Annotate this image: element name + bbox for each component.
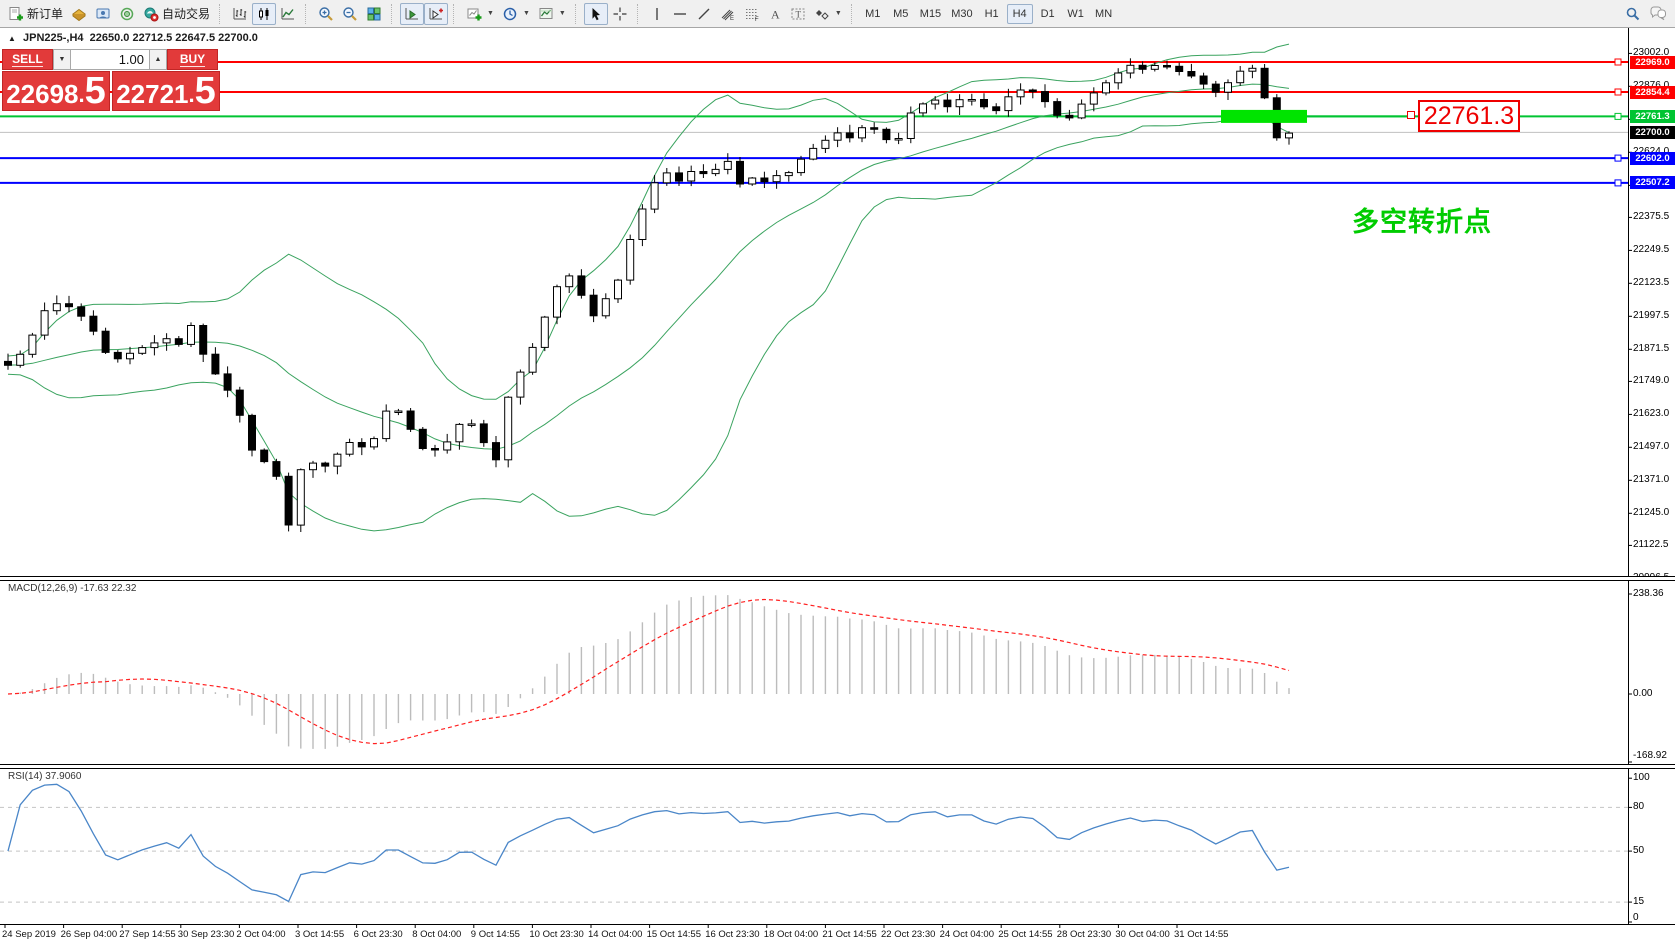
sell-price-main: 22698 <box>6 81 78 107</box>
price-tag-22507.2: 22507.2 <box>1630 176 1675 189</box>
chart-canvas[interactable] <box>0 0 1675 950</box>
price-tag-22969.0: 22969.0 <box>1630 56 1675 69</box>
sell-price-display[interactable]: 22698.5 <box>2 71 110 111</box>
trading-terminal-window: 新订单 自动交易 <box>0 0 1675 950</box>
volume-input[interactable] <box>71 49 149 70</box>
price-tag-22854.4: 22854.4 <box>1630 86 1675 99</box>
price-axis-line <box>1628 28 1629 924</box>
sell-button[interactable]: SELL <box>2 49 53 70</box>
buy-price-pips: 5 <box>195 75 216 107</box>
line-end-handle[interactable] <box>1407 111 1415 119</box>
buy-price-display[interactable]: 22721.5 <box>112 71 220 111</box>
macd-indicator-label: MACD(12,26,9) -17.63 22.32 <box>8 583 136 594</box>
volume-increase-button[interactable]: ▲ <box>149 49 167 70</box>
price-tag-22602.0: 22602.0 <box>1630 152 1675 165</box>
price-tag-22761.3: 22761.3 <box>1630 110 1675 123</box>
buy-button[interactable]: BUY <box>167 49 218 70</box>
rsi-panel-splitter[interactable] <box>0 764 1675 769</box>
one-click-trading-panel: SELL ▼ ▲ BUY 22698.5 22721.5 <box>2 49 221 111</box>
timeline-separator <box>0 924 1675 925</box>
sell-price-pips: 5 <box>85 75 106 107</box>
price-callout-label[interactable]: 22761.3 <box>1418 100 1520 132</box>
rsi-indicator-label: RSI(14) 37.9060 <box>8 771 81 782</box>
buy-price-main: 22721 <box>116 81 188 107</box>
macd-panel-splitter[interactable] <box>0 576 1675 581</box>
price-tag-22700.0: 22700.0 <box>1630 126 1675 139</box>
volume-decrease-button[interactable]: ▼ <box>53 49 71 70</box>
turning-point-annotation[interactable]: 多空转折点 <box>1352 200 1492 239</box>
